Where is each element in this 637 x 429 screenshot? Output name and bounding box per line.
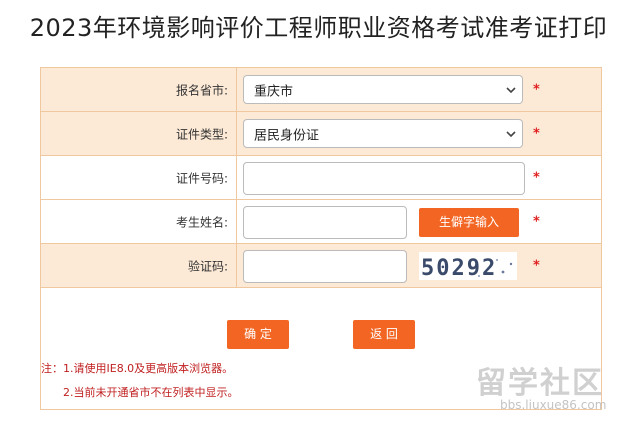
confirm-button[interactable]: 确 定 [227, 320, 289, 349]
id-type-label: 证件类型: [175, 127, 228, 141]
id-type-select[interactable]: 居民身份证 [243, 119, 523, 148]
page-title: 2023年环境影响评价工程师职业资格考试准考证打印 [29, 14, 608, 42]
captcha-label: 验证码: [187, 259, 228, 273]
back-button[interactable]: 返 回 [353, 320, 415, 349]
id-number-label: 证件号码: [175, 171, 228, 185]
required-mark: * [533, 214, 540, 229]
rare-char-input-button[interactable]: 生僻字输入 [419, 208, 519, 237]
watermark-logo: 留学社区 bbs.liuxue86.com [470, 358, 630, 418]
chevron-down-icon [506, 131, 516, 138]
required-mark: * [533, 170, 540, 185]
watermark-text: 留学社区 [476, 366, 604, 401]
name-input[interactable] [243, 206, 407, 239]
required-mark: * [533, 126, 540, 141]
note-browser: 注：1.请使用IE8.0及更高版本浏览器。 [41, 362, 234, 375]
row-name: 考生姓名: 生僻字输入 * [41, 200, 601, 244]
chevron-down-icon [506, 87, 516, 94]
note-province: 2.当前未开通省市不在列表中显示。 [63, 386, 239, 399]
captcha-input[interactable] [243, 250, 407, 283]
province-selected-value: 重庆市 [254, 84, 294, 99]
id-type-selected-value: 居民身份证 [254, 128, 320, 143]
province-label: 报名省市: [175, 83, 228, 97]
required-mark: * [533, 82, 540, 97]
required-mark: * [533, 258, 540, 273]
row-province: 报名省市: 重庆市 * [41, 68, 601, 112]
name-label: 考生姓名: [175, 215, 228, 229]
captcha-text: 50292 [421, 256, 497, 280]
row-id-number: 证件号码: * [41, 156, 601, 200]
captcha-image[interactable]: 50292 [419, 252, 517, 281]
row-captcha: 验证码: 50292 * [41, 244, 601, 288]
watermark-url: bbs.liuxue86.com [500, 398, 607, 412]
row-id-type: 证件类型: 居民身份证 * [41, 112, 601, 156]
id-number-input[interactable] [243, 162, 525, 195]
province-select[interactable]: 重庆市 [243, 75, 523, 104]
